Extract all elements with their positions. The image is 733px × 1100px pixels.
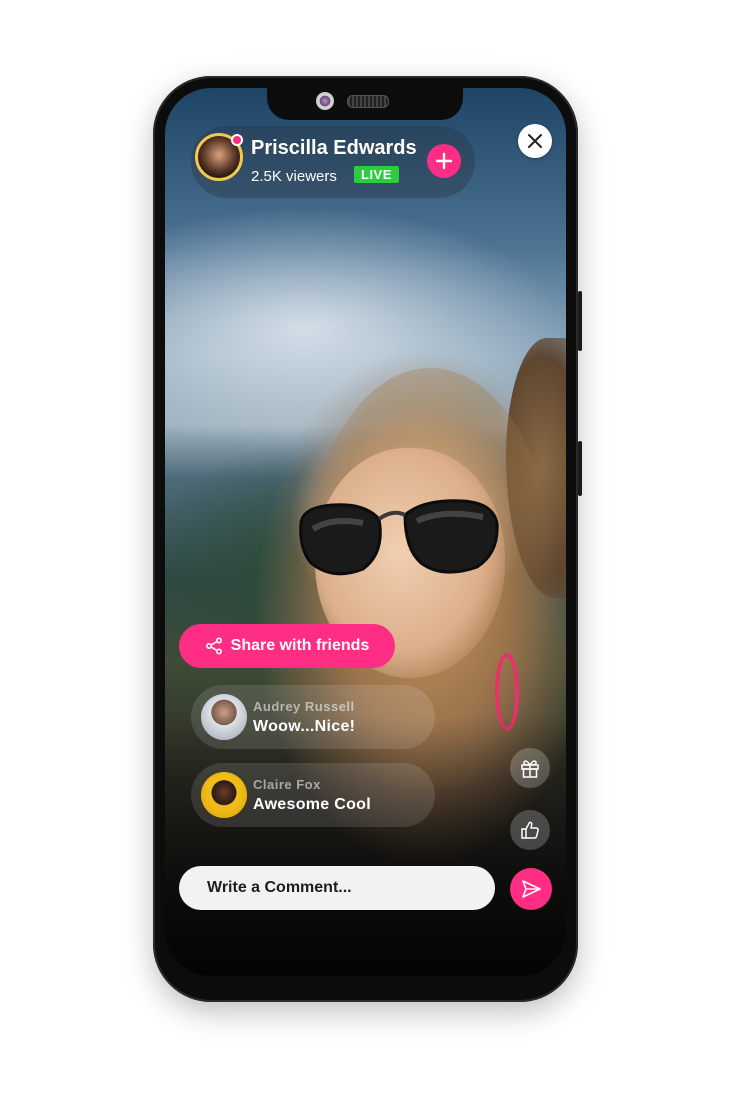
like-button[interactable]	[510, 810, 550, 850]
earpiece-speaker	[347, 95, 389, 108]
send-button[interactable]	[510, 868, 552, 910]
share-button-label: Share with friends	[230, 637, 370, 654]
thumbs-up-icon	[521, 821, 539, 839]
comment-input[interactable]	[179, 866, 495, 910]
commenter-name: Audrey Russell	[253, 699, 355, 714]
bottom-gradient	[165, 716, 566, 976]
volume-button	[578, 291, 582, 351]
commenter-avatar[interactable]	[201, 694, 247, 740]
comment-item: Claire Fox Awesome Cool	[191, 763, 435, 827]
close-icon	[528, 134, 542, 148]
comment-text: Awesome Cool	[253, 796, 371, 813]
commenter-avatar[interactable]	[201, 772, 247, 818]
gift-icon	[521, 760, 539, 778]
front-camera	[316, 92, 334, 110]
live-badge: LIVE	[354, 166, 399, 183]
live-stream-screen: Priscilla Edwards 2.5K viewers LIVE Shar…	[165, 88, 566, 976]
host-name: Priscilla Edwards	[251, 137, 417, 159]
comment-text: Woow...Nice!	[253, 718, 356, 735]
share-icon	[205, 637, 222, 655]
viewer-count: 2.5K viewers	[251, 168, 337, 185]
notch	[267, 88, 463, 120]
plus-icon	[435, 152, 453, 170]
share-button[interactable]: Share with friends	[179, 624, 395, 668]
phone-frame: Priscilla Edwards 2.5K viewers LIVE Shar…	[153, 76, 582, 1002]
send-icon	[522, 880, 541, 898]
gift-button[interactable]	[510, 748, 550, 788]
comment-item: Audrey Russell Woow...Nice!	[191, 685, 435, 749]
sunglasses-graphic	[299, 499, 499, 576]
online-indicator	[231, 134, 243, 146]
follow-button[interactable]	[427, 144, 461, 178]
commenter-name: Claire Fox	[253, 777, 321, 792]
close-button[interactable]	[518, 124, 552, 158]
power-button	[578, 441, 582, 496]
